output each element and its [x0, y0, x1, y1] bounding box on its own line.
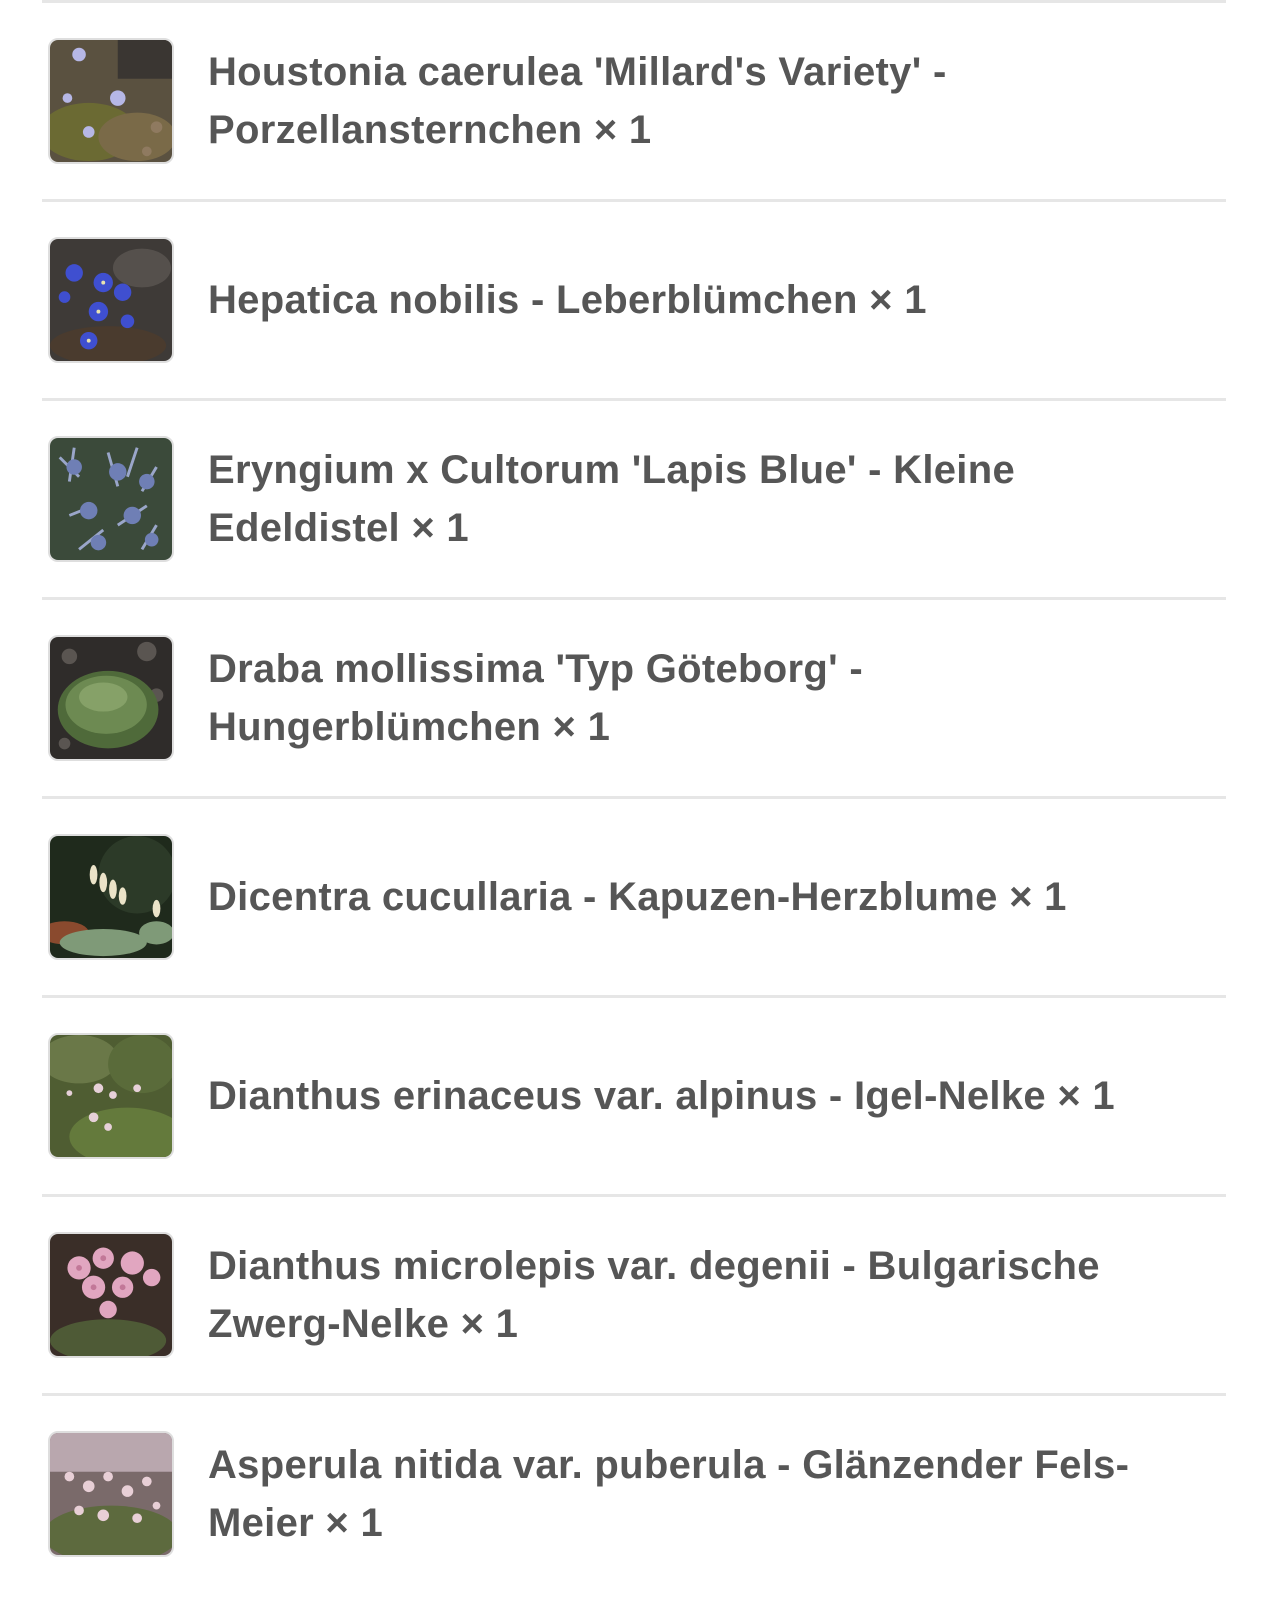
order-item-list: Houstonia caerulea 'Millard's Variety' -… — [42, 0, 1226, 1592]
eryngium-thumbnail — [48, 436, 174, 562]
list-item: Dianthus erinaceus var. alpinus - Igel-N… — [42, 998, 1226, 1194]
dianthus-erinaceus-thumbnail — [48, 1033, 174, 1159]
item-label: Dianthus microlepis var. degenii - Bulga… — [208, 1244, 1100, 1346]
list-item: Houstonia caerulea 'Millard's Variety' -… — [42, 3, 1226, 199]
item-label: Dicentra cucullaria - Kapuzen-Herzblume … — [208, 875, 1067, 919]
list-item: Asperula nitida var. puberula - Glänzend… — [42, 1396, 1226, 1592]
houstonia-thumbnail — [48, 38, 174, 164]
item-label: Hepatica nobilis - Leberblümchen × 1 — [208, 278, 927, 322]
hepatica-thumbnail — [48, 237, 174, 363]
list-item: Dianthus microlepis var. degenii - Bulga… — [42, 1197, 1226, 1393]
item-label: Eryngium x Cultorum 'Lapis Blue' - Klein… — [208, 448, 1015, 550]
list-item: Eryngium x Cultorum 'Lapis Blue' - Klein… — [42, 401, 1226, 597]
list-item: Hepatica nobilis - Leberblümchen × 1 — [42, 202, 1226, 398]
draba-thumbnail — [48, 635, 174, 761]
asperula-thumbnail — [48, 1431, 174, 1557]
list-item: Draba mollissima 'Typ Göteborg' - Hunger… — [42, 600, 1226, 796]
item-label: Houstonia caerulea 'Millard's Variety' -… — [208, 50, 947, 152]
item-label: Asperula nitida var. puberula - Glänzend… — [208, 1443, 1130, 1545]
item-label: Dianthus erinaceus var. alpinus - Igel-N… — [208, 1074, 1115, 1118]
list-item: Dicentra cucullaria - Kapuzen-Herzblume … — [42, 799, 1226, 995]
item-label: Draba mollissima 'Typ Göteborg' - Hunger… — [208, 647, 863, 749]
dianthus-microlepis-thumbnail — [48, 1232, 174, 1358]
dicentra-thumbnail — [48, 834, 174, 960]
